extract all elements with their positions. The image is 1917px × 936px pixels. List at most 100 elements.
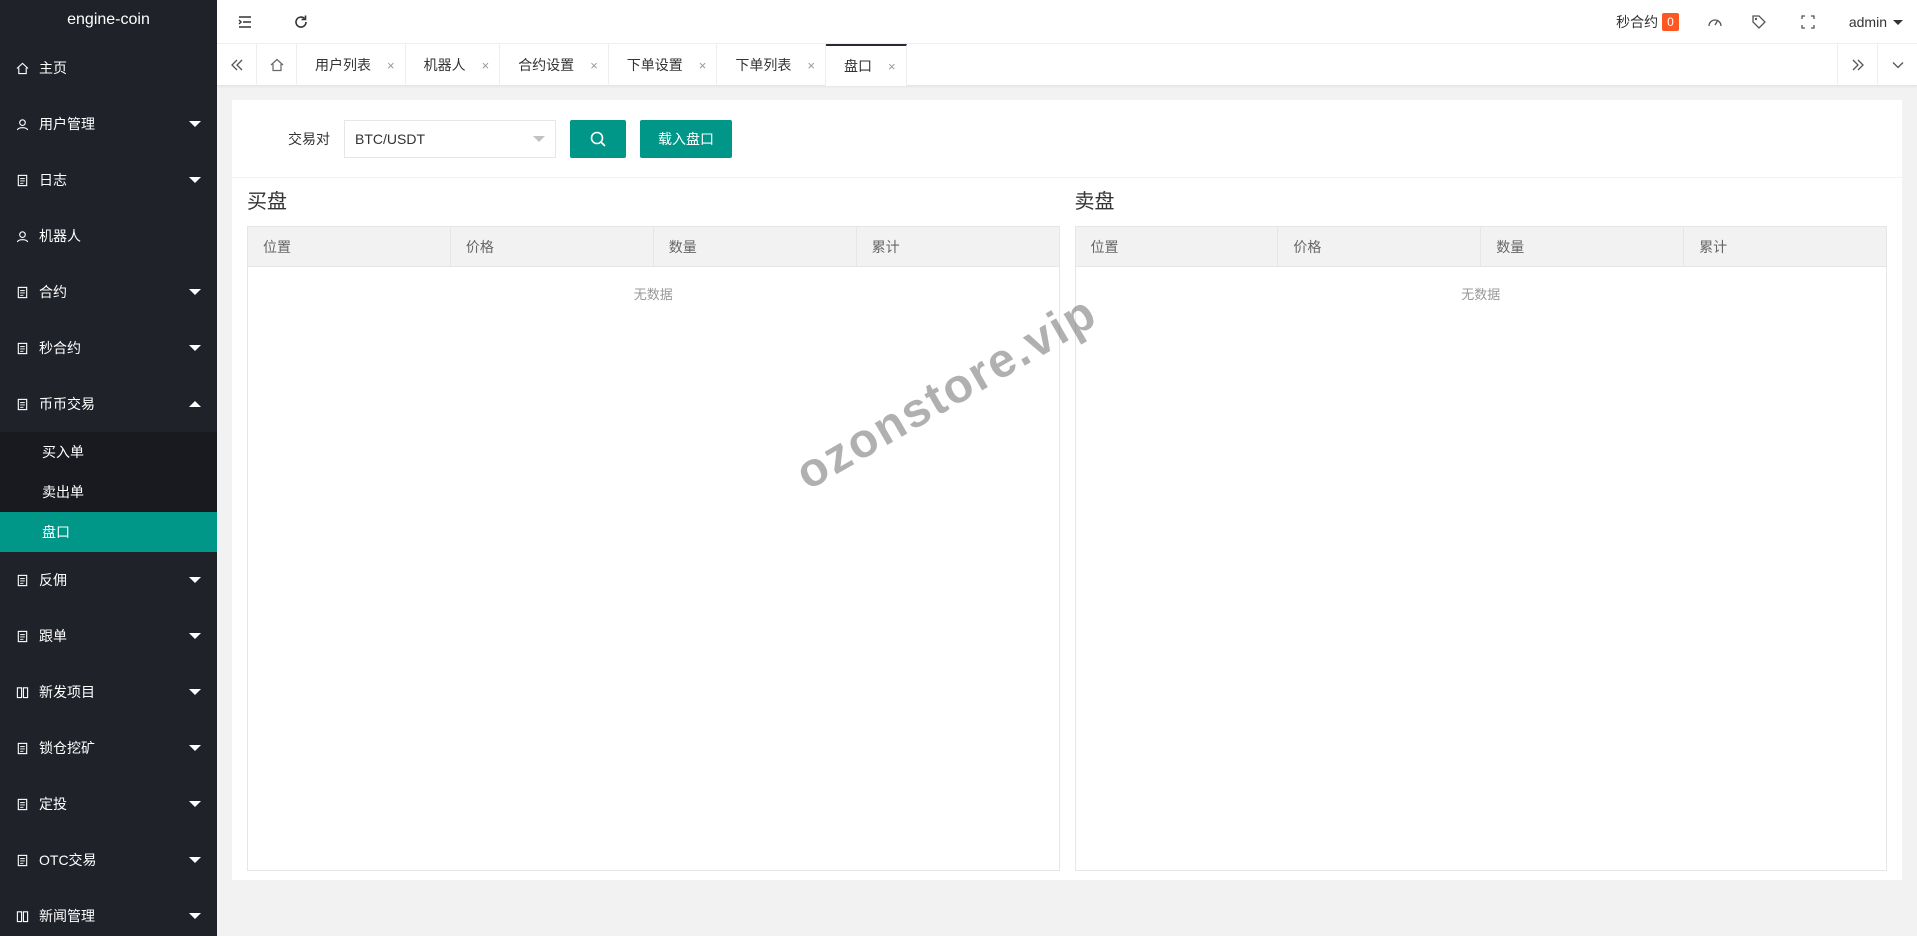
sidebar-item-seconds-contract[interactable]: 秒合约 xyxy=(0,320,217,376)
sidebar: engine-coin 主页 用户管理 日志 机器人 合约 秒合约 币币交易 买… xyxy=(0,0,217,936)
sidebar-item-logs[interactable]: 日志 xyxy=(0,152,217,208)
column-header: 累计 xyxy=(871,239,900,255)
tabs-menu-chevron-down-icon[interactable] xyxy=(1877,44,1917,86)
app-logo: engine-coin xyxy=(67,11,150,28)
close-icon[interactable]: × xyxy=(482,58,490,73)
top-header: 秒合约 0 admin xyxy=(217,0,1917,44)
user-menu[interactable]: admin xyxy=(1835,0,1917,44)
buy-panel: 买盘 位置 价格 数量 累计 无数据 xyxy=(247,178,1060,871)
close-icon[interactable]: × xyxy=(387,58,395,73)
sidebar-item-label: OTC交易 xyxy=(39,852,97,868)
sidebar-item-otc-trading[interactable]: OTC交易 xyxy=(0,832,217,888)
sidebar-item-label: 日志 xyxy=(39,172,67,188)
document-icon xyxy=(16,286,29,299)
pair-select[interactable]: BTC/USDT xyxy=(344,119,556,158)
sidebar-item-label: 新发项目 xyxy=(39,684,95,700)
main-content: 交易对 BTC/USDT 载入盘口 买盘 位置 价格 数量 累计 无数据 卖盘 xyxy=(232,100,1902,880)
tab-label: 合约设置 xyxy=(518,57,575,73)
document-icon xyxy=(16,742,29,755)
sidebar-item-new-projects[interactable]: 新发项目 xyxy=(0,664,217,720)
user-icon xyxy=(16,118,29,131)
sidebar-subitem-order-book[interactable]: 盘口 xyxy=(0,512,217,552)
document-icon xyxy=(16,798,29,811)
sidebar-item-robot[interactable]: 机器人 xyxy=(0,208,217,264)
sidebar-item-investment-plan[interactable]: 定投 xyxy=(0,776,217,832)
search-button[interactable] xyxy=(570,119,626,158)
fullscreen-icon[interactable] xyxy=(1781,0,1835,44)
column-header: 价格 xyxy=(1278,227,1482,266)
close-icon[interactable]: × xyxy=(888,59,896,74)
document-icon xyxy=(16,574,29,587)
notification-badge: 0 xyxy=(1662,13,1679,31)
close-icon[interactable]: × xyxy=(699,58,707,73)
load-order-book-button[interactable]: 载入盘口 xyxy=(640,119,732,158)
sidebar-item-lock-mining[interactable]: 锁仓挖矿 xyxy=(0,720,217,776)
menu-toggle-icon[interactable] xyxy=(217,0,273,44)
tab-home-icon[interactable] xyxy=(257,44,297,86)
column-header: 数量 xyxy=(1481,227,1685,266)
column-header: 位置 xyxy=(1076,227,1279,266)
column-header: 累计 xyxy=(1699,239,1728,255)
document-icon xyxy=(16,174,29,187)
tab-robot[interactable]: 机器人 × xyxy=(406,44,501,86)
buy-table: 位置 价格 数量 累计 无数据 xyxy=(247,226,1060,871)
sidebar-item-rebate[interactable]: 反佣 xyxy=(0,552,217,608)
tab-contract-settings[interactable]: 合约设置 × xyxy=(500,44,609,86)
user-icon xyxy=(16,230,29,243)
document-icon xyxy=(16,398,29,411)
sidebar-item-label: 机器人 xyxy=(39,228,81,244)
chevron-down-icon xyxy=(189,177,201,183)
tab-label: 用户列表 xyxy=(315,57,371,73)
sidebar-item-label: 反佣 xyxy=(39,572,67,588)
dashboard-icon[interactable] xyxy=(1693,0,1737,44)
order-book-panels: 买盘 位置 价格 数量 累计 无数据 卖盘 位置 价格 数量 累计 无数据 xyxy=(232,178,1902,871)
chevron-down-icon xyxy=(189,577,201,583)
tab-order-settings[interactable]: 下单设置 × xyxy=(609,44,718,86)
seconds-contract-notification[interactable]: 秒合约 0 xyxy=(1602,0,1693,44)
chevron-down-icon xyxy=(189,289,201,295)
sidebar-item-label: 秒合约 xyxy=(39,340,81,356)
sidebar-subitem-sell-orders[interactable]: 卖出单 xyxy=(0,472,217,512)
tabs-scroll-right-icon[interactable] xyxy=(1837,44,1877,86)
sidebar-item-news[interactable]: 新闻管理 xyxy=(0,888,217,936)
tab-order-list[interactable]: 下单列表 × xyxy=(717,44,826,86)
sidebar-item-label: 新闻管理 xyxy=(39,908,95,924)
chevron-down-icon xyxy=(189,913,201,919)
sidebar-item-home[interactable]: 主页 xyxy=(0,40,217,96)
empty-state: 无数据 xyxy=(633,287,673,302)
chevron-down-icon xyxy=(1893,19,1903,25)
sidebar-subitem-buy-orders[interactable]: 买入单 xyxy=(0,432,217,472)
chevron-down-icon xyxy=(189,745,201,751)
tab-label: 下单设置 xyxy=(626,57,683,73)
tabs-scroll-left-icon[interactable] xyxy=(217,44,257,86)
sell-panel-title: 卖盘 xyxy=(1074,191,1115,213)
search-icon xyxy=(590,131,606,147)
chevron-down-icon xyxy=(189,345,201,351)
table-header: 位置 价格 数量 累计 xyxy=(1075,227,1886,267)
sidebar-item-copy-trading[interactable]: 跟单 xyxy=(0,608,217,664)
tab-label: 盘口 xyxy=(843,58,872,74)
filter-bar: 交易对 BTC/USDT 载入盘口 xyxy=(232,100,1902,178)
tab-order-book[interactable]: 盘口 × xyxy=(825,44,907,86)
sidebar-item-contract[interactable]: 合约 xyxy=(0,264,217,320)
document-icon xyxy=(16,854,29,867)
username: admin xyxy=(1848,14,1887,30)
sidebar-item-label: 主页 xyxy=(39,60,67,76)
sidebar-item-spot-trading[interactable]: 币币交易 xyxy=(0,376,217,432)
refresh-icon[interactable] xyxy=(273,0,329,44)
chevron-down-icon xyxy=(189,633,201,639)
sidebar-item-user-management[interactable]: 用户管理 xyxy=(0,96,217,152)
tag-icon[interactable] xyxy=(1737,0,1781,44)
page-tabs: 用户列表 × 机器人 × 合约设置 × 下单设置 × 下单列表 × 盘口 × xyxy=(217,44,1917,86)
document-icon xyxy=(16,342,29,355)
close-icon[interactable]: × xyxy=(590,58,598,73)
seconds-contract-label: 秒合约 xyxy=(1616,14,1659,30)
buy-panel-title: 买盘 xyxy=(247,191,287,213)
close-icon[interactable]: × xyxy=(807,58,815,73)
sidebar-item-label: 跟单 xyxy=(39,628,67,644)
header-right: 秒合约 0 admin xyxy=(1602,0,1917,44)
column-header: 数量 xyxy=(654,227,857,266)
tab-label: 机器人 xyxy=(423,57,466,73)
tab-user-list[interactable]: 用户列表 × xyxy=(297,44,406,86)
sidebar-item-label: 币币交易 xyxy=(39,396,95,412)
